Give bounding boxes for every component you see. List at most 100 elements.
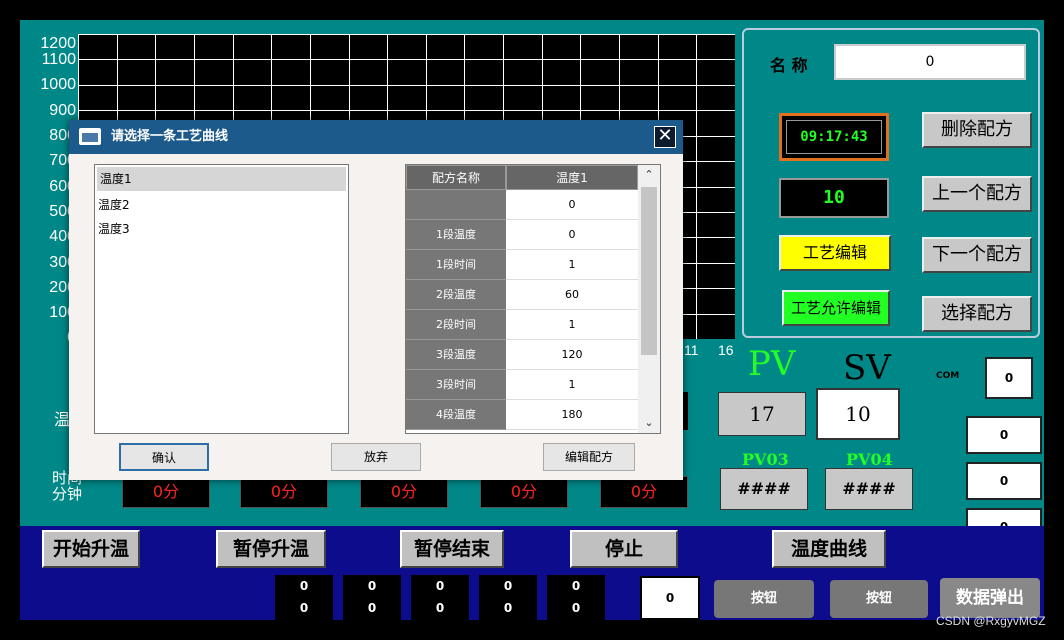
mini-readout: 00: [479, 575, 537, 620]
param-name: 2段温度: [406, 280, 506, 310]
param-name: 1段时间: [406, 250, 506, 280]
y-tick-label: 1200: [40, 35, 76, 52]
stop-button[interactable]: 停止: [570, 530, 678, 568]
mini-value: 0: [503, 601, 513, 615]
prev-recipe-button[interactable]: 上一个配方: [922, 176, 1032, 212]
delete-recipe-button[interactable]: 删除配方: [922, 112, 1032, 148]
mini-value: 0: [571, 579, 581, 593]
param-value[interactable]: 0: [506, 190, 638, 220]
mini-value: 0: [299, 579, 309, 593]
stage-time: 0分: [480, 476, 568, 508]
pv03-label: PV03: [742, 450, 789, 469]
table-row: 3段时间 1: [406, 370, 638, 400]
recipe-name-field[interactable]: 0: [834, 44, 1026, 80]
generic-button-b[interactable]: 按钮: [830, 580, 928, 618]
generic-button-a[interactable]: 按钮: [714, 580, 814, 618]
mini-readout: 00: [343, 575, 401, 620]
close-icon[interactable]: ✕: [654, 126, 676, 148]
x-tick-label: 11: [684, 342, 699, 358]
sv-value-field[interactable]: 10: [816, 388, 900, 440]
y-tick-label: 1000: [40, 76, 76, 93]
select-curve-dialog: 请选择一条工艺曲线 ✕ 温度1 温度2 温度3 配方名称 温度1 0 1段温度 0…: [69, 120, 683, 480]
table-row: 3段温度 120: [406, 340, 638, 370]
curve-list-item[interactable]: 温度1: [97, 167, 346, 191]
table-scrollbar[interactable]: ⌃ ⌄: [638, 165, 660, 433]
mini-value: 0: [571, 601, 581, 615]
pv03-value: ####: [720, 468, 808, 510]
column-header: 温度1: [506, 165, 638, 190]
param-value[interactable]: 180: [506, 400, 638, 430]
clock-time: 09:17:43: [786, 120, 882, 154]
param-value[interactable]: 1: [506, 370, 638, 400]
side-value: 0: [966, 416, 1042, 454]
resume-button[interactable]: 暂停结束: [400, 530, 504, 568]
pv-value: 17: [718, 392, 806, 436]
param-value[interactable]: 120: [506, 340, 638, 370]
name-label: 名 称: [770, 56, 808, 75]
param-name: 3段温度: [406, 340, 506, 370]
folder-icon: [79, 128, 101, 145]
data-popup-button[interactable]: 数据弹出: [940, 578, 1040, 618]
next-recipe-button[interactable]: 下一个配方: [922, 237, 1032, 273]
dialog-title: 请选择一条工艺曲线: [111, 129, 229, 144]
table-row: 2段温度 60: [406, 280, 638, 310]
mini-value: 0: [299, 601, 309, 615]
bottom-value-field[interactable]: 0: [640, 576, 700, 620]
table-row: 1段温度 0: [406, 220, 638, 250]
pv04-label: PV04: [846, 450, 893, 469]
select-recipe-button[interactable]: 选择配方: [922, 296, 1032, 332]
column-header: 配方名称: [406, 165, 506, 190]
pause-heating-button[interactable]: 暂停升温: [216, 530, 326, 568]
stage-time: 0分: [122, 476, 210, 508]
dialog-title-bar[interactable]: 请选择一条工艺曲线: [69, 120, 683, 154]
param-value[interactable]: 1: [506, 250, 638, 280]
param-name: [406, 190, 506, 220]
watermark-text: CSDN @RxgyvMGZ: [936, 614, 1046, 628]
mini-readout: 00: [547, 575, 605, 620]
recipe-param-table: 配方名称 温度1 0 1段温度 0 1段时间 1 2段温度 60 2段时间 1 3段温度…: [405, 164, 661, 434]
start-heating-button[interactable]: 开始升温: [42, 530, 140, 568]
curve-list-item[interactable]: 温度3: [95, 217, 348, 241]
com-value: 0: [985, 357, 1033, 399]
counter-display: 10: [779, 178, 889, 218]
clock-display: 09:17:43: [779, 113, 889, 161]
param-name: 4段温度: [406, 400, 506, 430]
mini-value: 0: [503, 579, 513, 593]
scroll-down-icon[interactable]: ⌄: [642, 416, 656, 430]
curve-list-item[interactable]: 温度2: [95, 193, 348, 217]
mini-readout: 00: [275, 575, 333, 620]
table-row: 0: [406, 190, 638, 220]
param-value[interactable]: 1: [506, 310, 638, 340]
pv04-value: ####: [825, 468, 913, 510]
process-edit-button[interactable]: 工艺编辑: [779, 235, 891, 271]
table-row: 4段温度 180: [406, 400, 638, 430]
temperature-curve-button[interactable]: 温度曲线: [772, 530, 886, 568]
temperature-row-label: 温: [54, 410, 71, 429]
side-value: 0: [966, 462, 1042, 500]
cancel-button[interactable]: 放弃: [331, 443, 421, 471]
param-name: 2段时间: [406, 310, 506, 340]
mini-value: 0: [367, 579, 377, 593]
param-name: 3段时间: [406, 370, 506, 400]
table-row: 1段时间 1: [406, 250, 638, 280]
allow-edit-button[interactable]: 工艺允许编辑: [782, 290, 890, 326]
param-value[interactable]: 60: [506, 280, 638, 310]
scroll-up-icon[interactable]: ⌃: [642, 168, 656, 182]
curve-listbox[interactable]: 温度1 温度2 温度3: [94, 164, 349, 434]
x-tick-label: 16: [718, 342, 734, 358]
mini-readout: 00: [411, 575, 469, 620]
confirm-button[interactable]: 确认: [119, 443, 209, 471]
stage-time: 0分: [600, 476, 688, 508]
mini-value: 0: [435, 601, 445, 615]
edit-recipe-button[interactable]: 编辑配方: [543, 443, 635, 471]
sv-label: SV: [843, 348, 891, 388]
y-tick-label: 900: [49, 102, 76, 119]
hidden-readout-edge: [683, 392, 688, 430]
com-label: COM: [936, 371, 960, 381]
stage-time: 0分: [360, 476, 448, 508]
mini-value: 0: [367, 601, 377, 615]
param-value[interactable]: 0: [506, 220, 638, 250]
scroll-thumb[interactable]: [641, 187, 657, 355]
time-label-line2: 分钟: [52, 485, 83, 503]
param-name: 1段温度: [406, 220, 506, 250]
